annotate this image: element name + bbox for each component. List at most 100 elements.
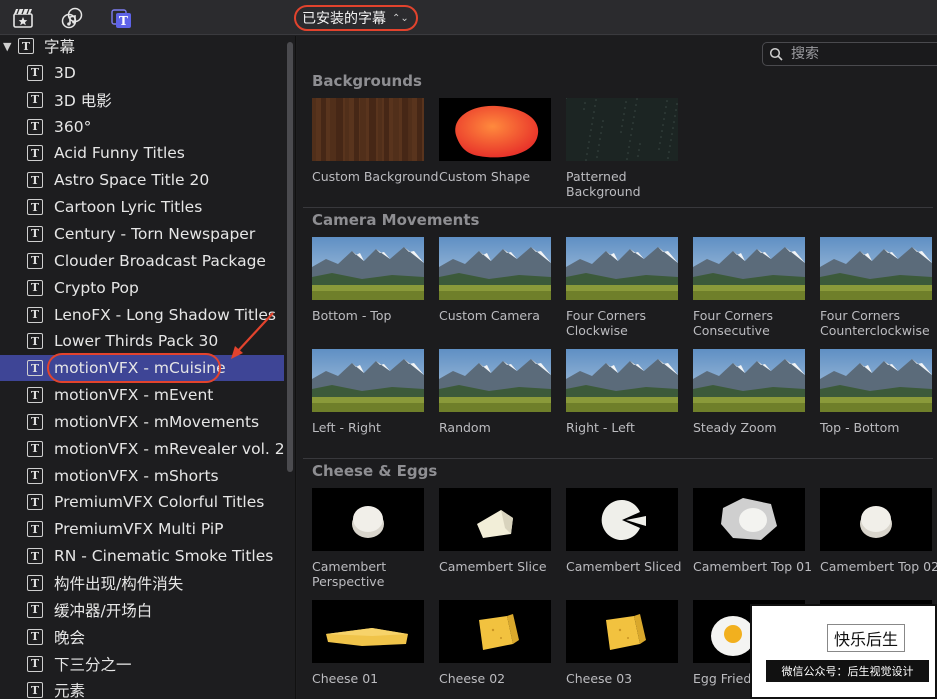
watermark-subtitle: 微信公众号：后生视觉设计	[766, 660, 929, 682]
library-filter-dropdown[interactable]: 已安装的字幕 ⌃⌄	[294, 5, 418, 31]
sidebar-item[interactable]: T RN - Cinematic Smoke Titles	[0, 543, 284, 569]
sidebar-item-label: Century - Torn Newspaper	[54, 224, 256, 243]
title-icon: T	[27, 172, 43, 189]
title-tile[interactable]: Cheese 02	[439, 600, 551, 686]
sidebar-item-label: Crypto Pop	[54, 278, 139, 297]
sidebar-item-label: 元素	[54, 682, 86, 699]
sidebar-item-label: Acid Funny Titles	[54, 144, 185, 163]
tile-thumbnail	[566, 600, 678, 663]
title-icon: T	[27, 360, 43, 377]
title-icon: T	[27, 682, 43, 699]
title-tile[interactable]: Four Corners Clockwise	[566, 237, 678, 338]
sidebar-item[interactable]: T Crypto Pop	[0, 275, 284, 301]
title-tile[interactable]: Camembert Slice	[439, 488, 551, 574]
sidebar-item-label: 3D	[54, 63, 76, 82]
music-note-icon[interactable]	[60, 6, 84, 30]
title-icon: T	[27, 548, 43, 565]
sidebar-item[interactable]: T 360°	[0, 114, 284, 140]
chevron-updown-icon: ⌃⌄	[392, 12, 409, 24]
title-tile[interactable]: Custom Background	[312, 98, 438, 184]
title-icon: T	[27, 655, 43, 672]
title-icon: T	[27, 225, 43, 242]
sidebar-item[interactable]: T 3D	[0, 60, 284, 86]
sidebar-item[interactable]: T PremiumVFX Colorful Titles	[0, 489, 284, 515]
sidebar-item[interactable]: TmotionVFX - mMovements	[0, 409, 284, 435]
tile-thumbnail	[439, 98, 551, 161]
title-tile[interactable]: Bottom - Top	[312, 237, 424, 323]
sidebar-item-label: Cartoon Lyric Titles	[54, 198, 203, 217]
title-icon: T	[27, 387, 43, 404]
title-tile[interactable]: Top - Bottom	[820, 349, 932, 435]
sidebar-item-label: PremiumVFX Multi PiP	[54, 520, 224, 539]
tile-label: Left - Right	[312, 420, 381, 435]
tile-thumbnail	[693, 349, 805, 412]
title-tile[interactable]: Left - Right	[312, 349, 424, 435]
tile-label: Camembert Top 02	[820, 559, 937, 574]
title-tile[interactable]: Four Corners Consecutive	[693, 237, 805, 338]
tile-label: Cheese 03	[566, 671, 633, 686]
title-icon: T	[27, 601, 43, 618]
sidebar-item[interactable]: TmotionVFX - mEvent	[0, 382, 284, 408]
sidebar-item[interactable]: TmotionVFX - mCuisine	[0, 355, 284, 382]
tile-thumbnail	[820, 349, 932, 412]
sidebar-item[interactable]: T Acid Funny Titles	[0, 140, 284, 166]
title-tile[interactable]: Camembert Perspective	[312, 488, 424, 589]
sidebar-item-label: 360°	[54, 117, 92, 136]
title-tile[interactable]: Right - Left	[566, 349, 678, 435]
browser-toolbar: T 已安装的字幕 ⌃⌄	[0, 0, 937, 35]
section-title: Camera Movements	[312, 211, 480, 229]
sidebar-item-label: motionVFX - mRevealer vol. 2	[54, 439, 285, 458]
sidebar-item[interactable]: TmotionVFX - mShorts	[0, 463, 284, 489]
title-tile[interactable]: Patterned Background	[566, 98, 678, 199]
tile-label: Custom Background	[312, 169, 439, 184]
title-tile[interactable]: Custom Camera	[439, 237, 551, 323]
tile-thumbnail	[566, 98, 678, 161]
tile-thumbnail	[312, 237, 424, 300]
sidebar-item[interactable]: T 构件出现/构件消失	[0, 570, 284, 596]
title-tile[interactable]: Random	[439, 349, 551, 435]
search-input[interactable]	[791, 46, 931, 62]
section-divider	[303, 458, 933, 459]
tile-label: Camembert Perspective	[312, 559, 387, 589]
sidebar-item[interactable]: T 下三分之一	[0, 651, 284, 677]
sidebar-item-label: Lower Thirds Pack 30	[54, 332, 219, 351]
sidebar-item[interactable]: T 晚会	[0, 624, 284, 650]
sidebar-item[interactable]: T PremiumVFX Multi PiP	[0, 516, 284, 542]
title-tile[interactable]: Steady Zoom	[693, 349, 805, 435]
tile-thumbnail	[312, 488, 424, 551]
sidebar-scrollbar[interactable]	[287, 42, 293, 472]
title-tile[interactable]: Cheese 03	[566, 600, 678, 686]
sidebar-root-titles[interactable]: ▼ T 字幕	[0, 36, 284, 59]
tile-label: Cheese 02	[439, 671, 506, 686]
disclosure-triangle-icon[interactable]: ▼	[3, 40, 15, 53]
titles-icon[interactable]: T	[110, 6, 134, 30]
sidebar-item[interactable]: T Lower Thirds Pack 30	[0, 328, 284, 354]
sidebar-item[interactable]: T 缓冲器/开场白	[0, 597, 284, 623]
sidebar-item[interactable]: T LenoFX - Long Shadow Titles	[0, 302, 284, 328]
sidebar-item[interactable]: T Clouder Broadcast Package	[0, 248, 284, 274]
sidebar-item[interactable]: TmotionVFX - mRevealer vol. 2	[0, 436, 285, 462]
title-tile[interactable]: Four Corners Counterclockwise	[820, 237, 932, 338]
svg-text:T: T	[119, 14, 128, 28]
title-icon: T	[27, 628, 43, 645]
sidebar-item[interactable]: T Cartoon Lyric Titles	[0, 194, 284, 220]
sidebar-item[interactable]: T 元素	[0, 677, 284, 699]
title-tile[interactable]: Cheese 01	[312, 600, 424, 686]
clapper-star-icon[interactable]	[11, 6, 35, 30]
title-tile[interactable]: Camembert Top 01	[693, 488, 812, 574]
search-field[interactable]	[762, 42, 937, 66]
sidebar-item[interactable]: T Astro Space Title 20	[0, 167, 284, 193]
title-tile[interactable]: Camembert Sliced	[566, 488, 681, 574]
sidebar-item-label: motionVFX - mMovements	[54, 412, 260, 431]
sidebar-item[interactable]: T 3D 电影	[0, 87, 284, 113]
titles-browser: Backgrounds Custom BackgroundCustom Shape…	[297, 36, 937, 699]
tile-thumbnail	[312, 349, 424, 412]
sidebar-item[interactable]: T Century - Torn Newspaper	[0, 221, 284, 247]
title-tile[interactable]: Camembert Top 02	[820, 488, 937, 574]
title-icon: T	[27, 145, 43, 162]
title-icon: T	[27, 64, 43, 81]
title-icon: T	[27, 521, 43, 538]
title-tile[interactable]: Custom Shape	[439, 98, 551, 184]
tile-label: Camembert Top 01	[693, 559, 813, 574]
sidebar-item-label: LenoFX - Long Shadow Titles	[54, 305, 277, 324]
